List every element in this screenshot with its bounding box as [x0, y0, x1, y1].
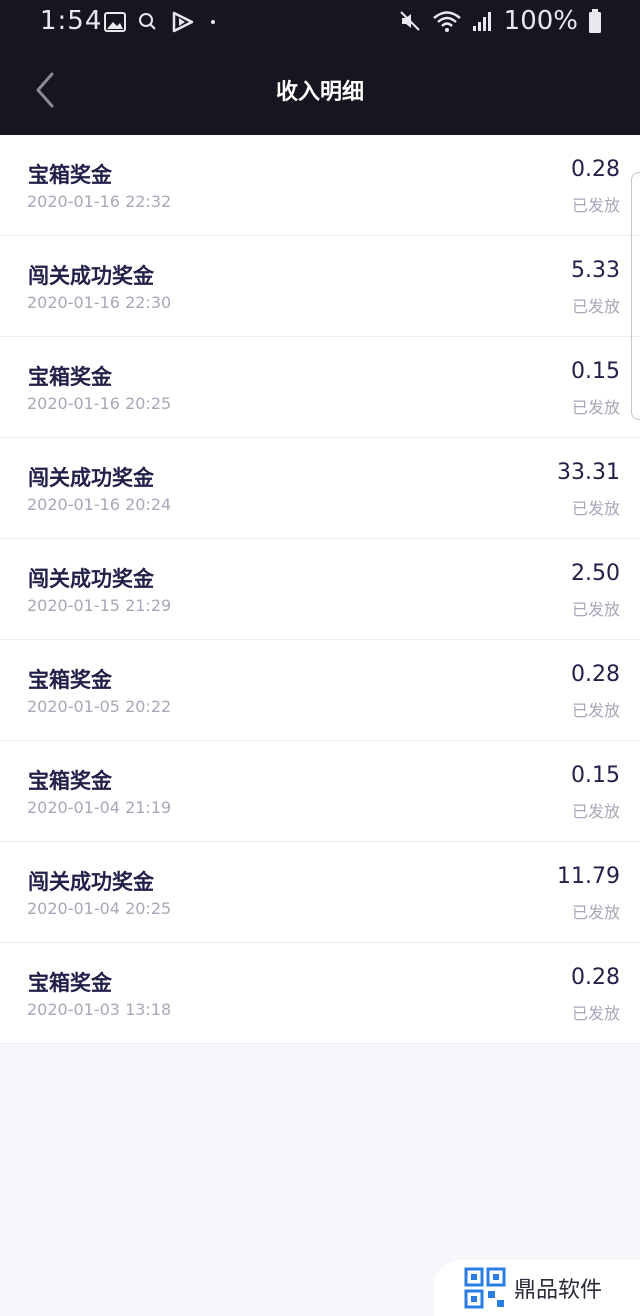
signal-icon: [472, 12, 491, 31]
status-right-icons: 100%: [398, 6, 602, 36]
income-title: 闯关成功奖金: [28, 567, 154, 591]
income-row[interactable]: 闯关成功奖金 2020-01-16 22:30 5.33 已发放: [0, 236, 640, 337]
income-date: 2020-01-04 21:19: [27, 798, 172, 817]
watermark-text: 鼎品软件: [514, 1278, 603, 1303]
income-title: 宝箱奖金: [28, 769, 112, 793]
income-row[interactable]: 宝箱奖金 2020-01-03 13:18 0.28 已发放: [0, 943, 640, 1044]
income-date: 2020-01-15 21:29: [27, 596, 172, 615]
income-title: 宝箱奖金: [28, 365, 112, 389]
income-row[interactable]: 宝箱奖金 2020-01-05 20:22 0.28 已发放: [0, 640, 640, 741]
income-title: 闯关成功奖金: [28, 466, 154, 490]
status-bar: 1:54 100%: [0, 0, 640, 44]
income-amount: 0.15: [571, 763, 620, 788]
income-title: 宝箱奖金: [28, 971, 112, 995]
income-date: 2020-01-04 20:25: [27, 899, 172, 918]
income-status: 已发放: [571, 600, 620, 619]
income-status: 已发放: [571, 398, 620, 417]
income-title: 宝箱奖金: [28, 668, 112, 692]
income-row[interactable]: 闯关成功奖金 2020-01-04 20:25 11.79 已发放: [0, 842, 640, 943]
edge-panel-handle[interactable]: [631, 172, 640, 420]
income-row[interactable]: 宝箱奖金 2020-01-16 20:25 0.15 已发放: [0, 337, 640, 438]
income-row[interactable]: 宝箱奖金 2020-01-16 22:32 0.28 已发放: [0, 135, 640, 236]
income-status: 已发放: [571, 1004, 620, 1023]
income-status: 已发放: [571, 196, 620, 215]
income-amount: 0.28: [571, 157, 620, 182]
play-icon: [172, 11, 194, 33]
image-icon: [104, 12, 126, 32]
watermark-logo: [464, 1267, 506, 1309]
income-list: 宝箱奖金 2020-01-16 22:32 0.28 已发放 闯关成功奖金 20…: [0, 135, 640, 1044]
income-status: 已发放: [571, 499, 620, 518]
wifi-icon: [432, 11, 461, 32]
income-amount: 0.28: [571, 965, 620, 990]
income-title: 宝箱奖金: [28, 163, 112, 187]
status-time: 1:54: [40, 6, 103, 36]
income-date: 2020-01-05 20:22: [27, 697, 172, 716]
income-amount: 0.15: [571, 359, 620, 384]
income-status: 已发放: [571, 802, 620, 821]
income-amount: 11.79: [557, 864, 620, 889]
income-amount: 2.50: [571, 561, 620, 586]
income-date: 2020-01-03 13:18: [27, 1000, 172, 1019]
income-row[interactable]: 宝箱奖金 2020-01-04 21:19 0.15 已发放: [0, 741, 640, 842]
navigation-bar: 收入明细: [0, 44, 640, 135]
income-status: 已发放: [571, 701, 620, 720]
income-date: 2020-01-16 20:25: [27, 394, 172, 413]
page-title: 收入明细: [275, 80, 364, 105]
income-date: 2020-01-16 22:32: [27, 192, 172, 211]
watermark: 鼎品软件: [434, 1260, 640, 1316]
battery-icon: [589, 9, 601, 33]
status-left-icons: [104, 10, 218, 34]
income-amount: 33.31: [557, 460, 620, 485]
search-icon: [139, 13, 156, 30]
mute-icon: [399, 11, 420, 31]
income-row[interactable]: 闯关成功奖金 2020-01-15 21:29 2.50 已发放: [0, 539, 640, 640]
income-status: 已发放: [571, 903, 620, 922]
income-row[interactable]: 闯关成功奖金 2020-01-16 20:24 33.31 已发放: [0, 438, 640, 539]
income-amount: 0.28: [571, 662, 620, 687]
income-status: 已发放: [571, 297, 620, 316]
battery-percent: 100%: [503, 6, 578, 36]
dot-icon: [211, 20, 215, 24]
income-title: 闯关成功奖金: [28, 870, 154, 894]
income-title: 闯关成功奖金: [28, 264, 154, 288]
income-date: 2020-01-16 20:24: [27, 495, 172, 514]
income-amount: 5.33: [571, 258, 620, 283]
income-date: 2020-01-16 22:30: [27, 293, 172, 312]
